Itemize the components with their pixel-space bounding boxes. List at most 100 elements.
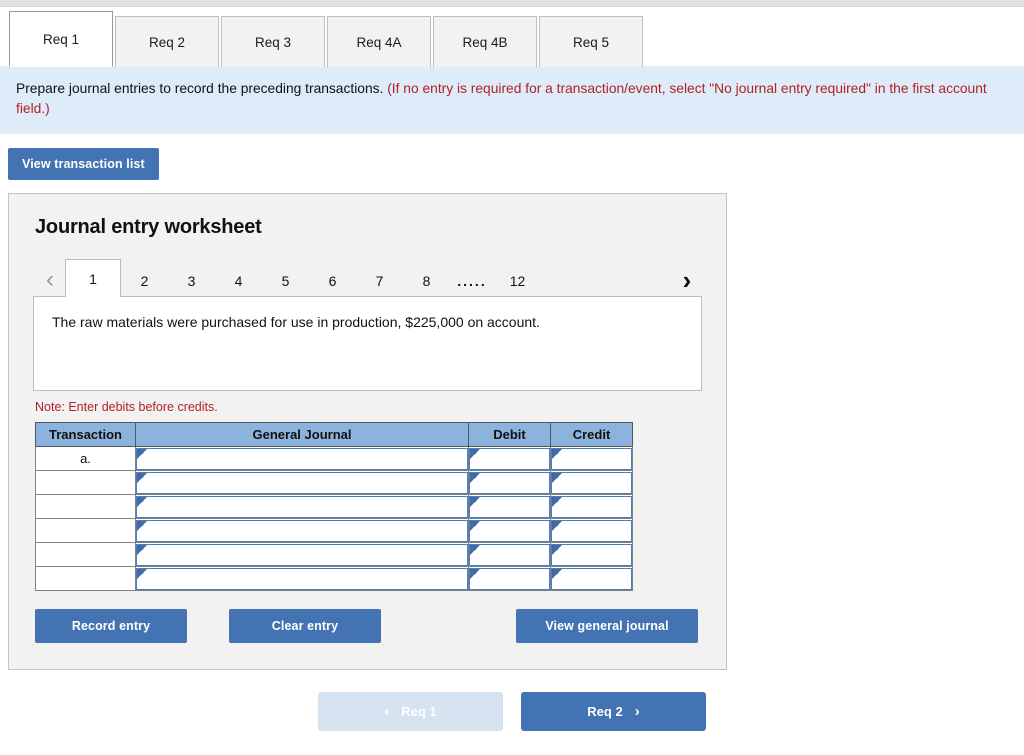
debit-cell[interactable] — [468, 446, 551, 472]
credit-cell[interactable] — [550, 446, 633, 472]
journal-entry-table: Transaction General Journal Debit Credit… — [35, 422, 633, 592]
toolbar: View transaction list — [0, 134, 1024, 181]
credit-input[interactable] — [551, 567, 632, 590]
general-journal-cell[interactable] — [135, 566, 469, 592]
general-journal-input[interactable] — [136, 519, 468, 542]
clear-entry-button[interactable]: Clear entry — [229, 609, 381, 644]
footer-navigation: ‹ Req 1 Req 2 › — [0, 692, 1024, 732]
instruction-main: Prepare journal entries to record the pr… — [16, 81, 384, 96]
debits-before-credits-note: Note: Enter debits before credits. — [35, 400, 218, 415]
tab-req-4b[interactable]: Req 4B — [433, 16, 537, 67]
credit-input[interactable] — [551, 447, 632, 470]
transaction-label — [35, 518, 136, 544]
transaction-description: The raw materials were purchased for use… — [33, 296, 702, 392]
general-journal-input[interactable] — [136, 447, 468, 470]
view-transaction-list-button[interactable]: View transaction list — [8, 148, 159, 181]
credit-cell[interactable] — [550, 518, 633, 544]
credit-cell[interactable] — [550, 542, 633, 568]
tab-label: Req 3 — [254, 34, 292, 50]
credit-input[interactable] — [551, 471, 632, 494]
debit-cell[interactable] — [468, 518, 551, 544]
column-header-general-journal: General Journal — [135, 422, 469, 448]
table-header-row: Transaction General Journal Debit Credit — [35, 422, 633, 448]
chevron-right-icon: › — [634, 703, 640, 721]
tab-label: Req 4A — [356, 34, 402, 50]
prev-requirement-button: ‹ Req 1 — [318, 692, 503, 732]
general-journal-input[interactable] — [136, 471, 468, 494]
view-general-journal-button[interactable]: View general journal — [516, 609, 698, 644]
debit-cell[interactable] — [468, 566, 551, 592]
tab-req-4a[interactable]: Req 4A — [327, 16, 431, 67]
debit-input[interactable] — [469, 567, 550, 590]
tab-req-3[interactable]: Req 3 — [221, 16, 325, 67]
pager-page-6[interactable]: 6 — [309, 265, 356, 297]
pager-page-4[interactable]: 4 — [215, 265, 262, 297]
tab-label: Req 1 — [42, 31, 80, 47]
transaction-label — [35, 542, 136, 568]
debit-input[interactable] — [469, 519, 550, 542]
tab-req-2[interactable]: Req 2 — [115, 16, 219, 67]
record-entry-button[interactable]: Record entry — [35, 609, 187, 644]
pager-page-7[interactable]: 7 — [356, 265, 403, 297]
next-requirement-label: Req 2 — [587, 704, 623, 720]
pager-page-1[interactable]: 1 — [65, 259, 121, 298]
pager-page-2[interactable]: 2 — [121, 265, 168, 297]
table-row — [35, 470, 633, 496]
pager-page-12[interactable]: 12 — [494, 265, 541, 297]
general-journal-input[interactable] — [136, 543, 468, 566]
transaction-label — [35, 470, 136, 496]
credit-input[interactable] — [551, 495, 632, 518]
worksheet-actions: Record entry Clear entry View general jo… — [33, 609, 698, 644]
general-journal-cell[interactable] — [135, 446, 469, 472]
next-requirement-button[interactable]: Req 2 › — [521, 692, 706, 732]
transaction-label — [35, 566, 136, 592]
instruction-banner: Prepare journal entries to record the pr… — [0, 66, 1024, 135]
column-header-debit: Debit — [468, 422, 551, 448]
pager-page-8[interactable]: 8 — [403, 265, 450, 297]
table-row — [35, 518, 633, 544]
page-title: Journal entry worksheet — [35, 216, 262, 239]
general-journal-cell[interactable] — [135, 470, 469, 496]
debit-cell[interactable] — [468, 494, 551, 520]
general-journal-cell[interactable] — [135, 542, 469, 568]
debit-cell[interactable] — [468, 470, 551, 496]
debit-input[interactable] — [469, 471, 550, 494]
tab-label: Req 4B — [462, 34, 508, 50]
debit-input[interactable] — [469, 495, 550, 518]
pager-page-3[interactable]: 3 — [168, 265, 215, 297]
credit-cell[interactable] — [550, 470, 633, 496]
pager-page-5[interactable]: 5 — [262, 265, 309, 297]
tab-strip: Req 1 Req 2 Req 3 Req 4A Req 4B Req 5 — [0, 7, 1024, 67]
journal-entry-worksheet-panel: Journal entry worksheet ‹ 1 2 3 4 5 6 7 … — [8, 193, 727, 671]
tab-req-1[interactable]: Req 1 — [9, 11, 113, 67]
general-journal-input[interactable] — [136, 495, 468, 518]
general-journal-cell[interactable] — [135, 518, 469, 544]
table-row: a. — [35, 446, 633, 472]
general-journal-input[interactable] — [136, 567, 468, 590]
tab-label: Req 5 — [572, 34, 610, 50]
column-header-credit: Credit — [550, 422, 633, 448]
credit-cell[interactable] — [550, 566, 633, 592]
prev-requirement-label: Req 1 — [401, 704, 437, 720]
tab-label: Req 2 — [148, 34, 186, 50]
debit-cell[interactable] — [468, 542, 551, 568]
debit-input[interactable] — [469, 447, 550, 470]
pager-next-chevron-icon[interactable]: › — [672, 263, 702, 297]
transaction-label: a. — [35, 446, 136, 472]
credit-cell[interactable] — [550, 494, 633, 520]
pager-prev-chevron-icon[interactable]: ‹ — [35, 263, 65, 297]
column-header-transaction: Transaction — [35, 422, 136, 448]
table-row — [35, 494, 633, 520]
table-row — [35, 566, 633, 592]
chevron-left-icon: ‹ — [384, 703, 390, 721]
credit-input[interactable] — [551, 543, 632, 566]
pager-ellipsis: ..... — [457, 273, 487, 290]
credit-input[interactable] — [551, 519, 632, 542]
top-band — [0, 0, 1024, 7]
table-row — [35, 542, 633, 568]
debit-input[interactable] — [469, 543, 550, 566]
transaction-label — [35, 494, 136, 520]
worksheet-pager: ‹ 1 2 3 4 5 6 7 8 ..... 12 › — [33, 259, 702, 298]
general-journal-cell[interactable] — [135, 494, 469, 520]
tab-req-5[interactable]: Req 5 — [539, 16, 643, 67]
